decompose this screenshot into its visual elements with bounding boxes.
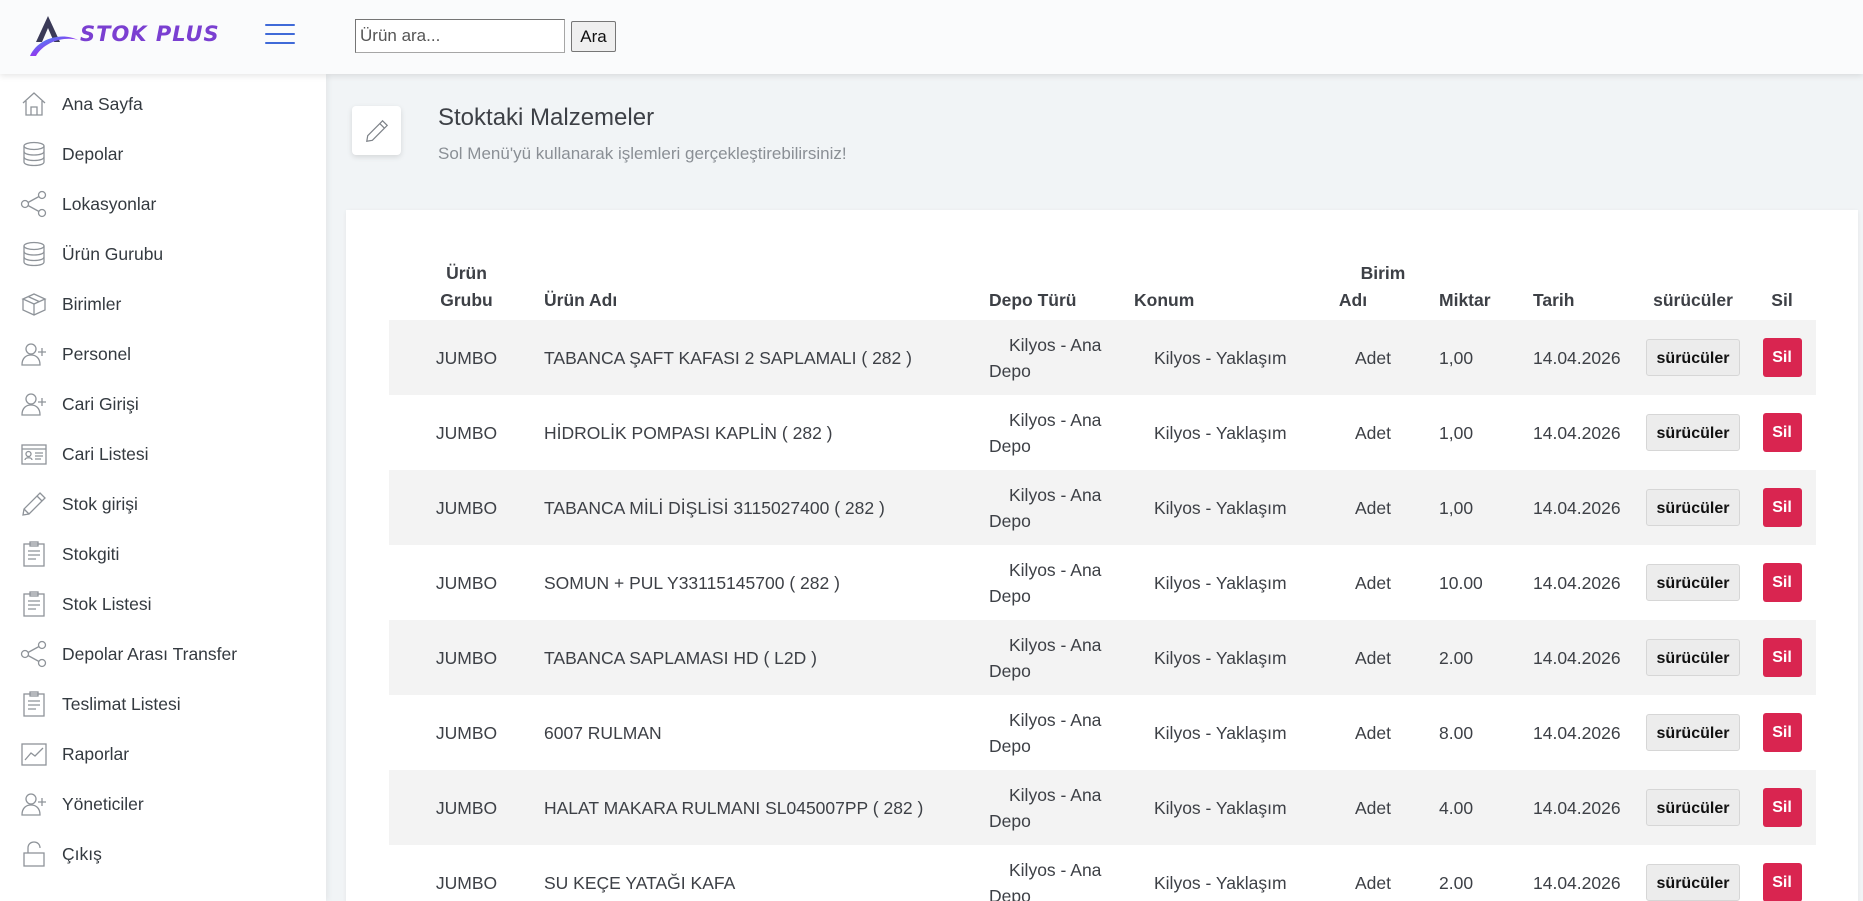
delete-button[interactable]: Sil (1762, 338, 1802, 377)
add-user-icon (20, 390, 48, 418)
header-birim-adi: Birim Adı (1338, 263, 1406, 310)
sidebar-item-stokgiti[interactable]: Stokgiti (0, 534, 326, 574)
share-icon (20, 640, 48, 668)
search-input[interactable] (355, 19, 565, 53)
database-icon (20, 240, 48, 268)
sidebar-item-ana-sayfa[interactable]: Ana Sayfa (0, 84, 326, 124)
page-title-icon (352, 106, 401, 155)
delete-button[interactable]: Sil (1762, 563, 1802, 602)
header-tarih: Tarih (1533, 290, 1575, 310)
header-miktar: Miktar (1439, 290, 1491, 310)
header-suruculer: sürücüler (1653, 290, 1733, 310)
sidebar-item-urun-gurubu[interactable]: Ürün Gurubu (0, 234, 326, 274)
drivers-button[interactable]: sürücüler (1645, 864, 1741, 901)
table-row: JUMBO 6007 RULMAN Kilyos - Ana Depo Kily… (389, 695, 1816, 770)
sidebar-item-teslimat-listesi[interactable]: Teslimat Listesi (0, 684, 326, 724)
table-row: JUMBO SU KEÇE YATAĞI KAFA Kilyos - Ana D… (389, 845, 1816, 901)
unlock-icon (20, 840, 48, 868)
drivers-button[interactable]: sürücüler (1645, 414, 1741, 451)
drivers-button[interactable]: sürücüler (1645, 564, 1741, 601)
delete-button[interactable]: Sil (1762, 788, 1802, 827)
drivers-button[interactable]: sürücüler (1645, 714, 1741, 751)
page-subtitle: Sol Menü'yü kullanarak işlemleri gerçekl… (438, 144, 847, 163)
sidebar-item-depolar[interactable]: Depolar (0, 134, 326, 174)
clipboard-icon (20, 540, 48, 568)
clipboard-icon (20, 690, 48, 718)
table-row: JUMBO HİDROLİK POMPASI KAPLİN ( 282 ) Ki… (389, 395, 1816, 470)
search-button[interactable]: Ara (571, 21, 616, 52)
drivers-button[interactable]: sürücüler (1645, 789, 1741, 826)
logo[interactable]: STOK PLUS (28, 12, 219, 62)
sidebar-item-personel[interactable]: Personel (0, 334, 326, 374)
home-icon (20, 90, 48, 118)
sidebar-item-stok-listesi[interactable]: Stok Listesi (0, 584, 326, 624)
id-card-icon (20, 440, 48, 468)
sidebar-item-yoneticiler[interactable]: Yöneticiler (0, 784, 326, 824)
share-icon (20, 190, 48, 218)
table-row: JUMBO SOMUN + PUL Y33115145700 ( 282 ) K… (389, 545, 1816, 620)
sidebar-item-cari-listesi[interactable]: Cari Listesi (0, 434, 326, 474)
table-row: JUMBO TABANCA ŞAFT KAFASI 2 SAPLAMALI ( … (389, 320, 1816, 395)
table-row: JUMBO TABANCA SAPLAMASI HD ( L2D ) Kilyo… (389, 620, 1816, 695)
drivers-button[interactable]: sürücüler (1645, 639, 1741, 676)
sidebar-item-lokasyonlar[interactable]: Lokasyonlar (0, 184, 326, 224)
header-depo-turu: Depo Türü (989, 290, 1077, 310)
stock-table: Ürün Grubu Ürün Adı Depo Türü Konum Birim… (389, 245, 1816, 901)
chart-icon (20, 740, 48, 768)
sidebar: Ana Sayfa Depolar Lokasyonlar Ürün Gurub… (0, 74, 326, 901)
pencil-icon (20, 490, 48, 518)
add-user-icon (20, 790, 48, 818)
drivers-button[interactable]: sürücüler (1645, 339, 1741, 376)
page-title: Stoktaki Malzemeler (438, 104, 655, 131)
delete-button[interactable]: Sil (1762, 638, 1802, 677)
box-icon (20, 290, 48, 318)
database-icon (20, 140, 48, 168)
logo-mark-icon (30, 16, 78, 56)
delete-button[interactable]: Sil (1762, 863, 1802, 901)
table-row: JUMBO HALAT MAKARA RULMANI SL045007PP ( … (389, 770, 1816, 845)
sidebar-item-cikis[interactable]: Çıkış (0, 834, 326, 874)
sidebar-item-birimler[interactable]: Birimler (0, 284, 326, 324)
header-sil: Sil (1771, 290, 1793, 310)
top-header: STOK PLUS Ara (0, 0, 1863, 74)
sidebar-item-stok-girisi[interactable]: Stok girişi (0, 484, 326, 524)
clipboard-icon (20, 590, 48, 618)
header-urun-grubu: Ürün Grubu (440, 263, 493, 310)
table-header-row: Ürün Grubu Ürün Adı Depo Türü Konum Birim… (389, 245, 1816, 320)
stock-table-card: Ürün Grubu Ürün Adı Depo Türü Konum Birim… (346, 210, 1858, 901)
sidebar-item-depolar-arasi-transfer[interactable]: Depolar Arası Transfer (0, 634, 326, 674)
sidebar-item-cari-girisi[interactable]: Cari Girişi (0, 384, 326, 424)
delete-button[interactable]: Sil (1762, 413, 1802, 452)
logo-text: STOK PLUS (80, 22, 220, 46)
add-user-icon (20, 340, 48, 368)
sidebar-item-raporlar[interactable]: Raporlar (0, 734, 326, 774)
menu-toggle-icon[interactable] (265, 24, 295, 44)
header-urun-adi: Ürün Adı (544, 290, 618, 310)
delete-button[interactable]: Sil (1762, 488, 1802, 527)
header-konum: Konum (1134, 290, 1195, 310)
delete-button[interactable]: Sil (1762, 713, 1802, 752)
drivers-button[interactable]: sürücüler (1645, 489, 1741, 526)
pencil-icon (366, 119, 389, 142)
table-row: JUMBO TABANCA MİLİ DİŞLİSİ 3115027400 ( … (389, 470, 1816, 545)
